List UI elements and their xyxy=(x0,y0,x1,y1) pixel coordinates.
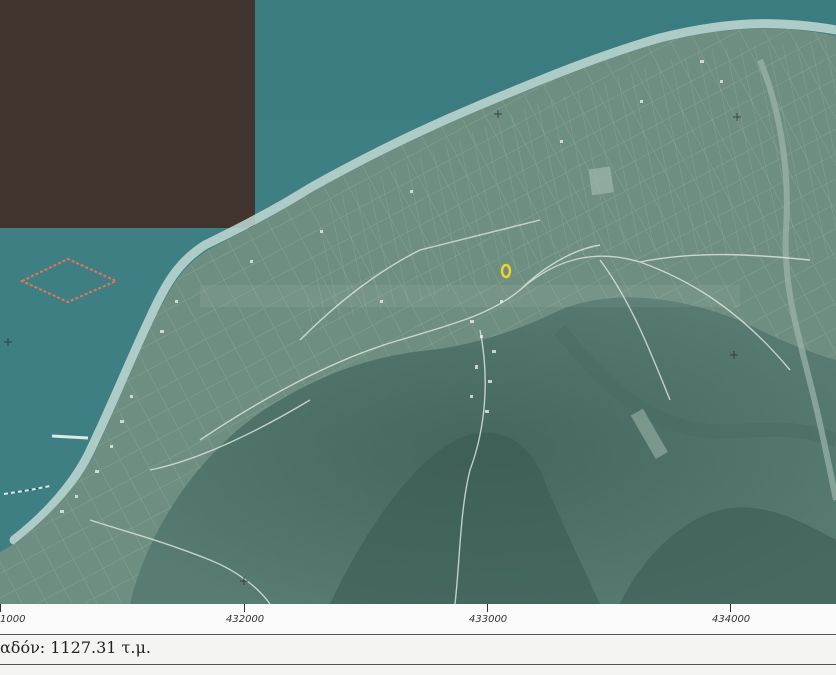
scale-tick xyxy=(0,604,1,612)
divider xyxy=(0,634,836,635)
scale-tick xyxy=(244,604,245,612)
divider xyxy=(0,664,836,665)
scale-tick-label: 1000 xyxy=(0,614,26,625)
pier xyxy=(51,434,89,440)
scale-tick-label: 433000 xyxy=(469,614,508,625)
area-label: αδόν: 1127.31 τ.μ. xyxy=(0,638,151,657)
scale-tick-label: 434000 xyxy=(712,614,751,625)
map-canvas xyxy=(0,0,836,604)
coordinate-scale-bar: 1000 432000 433000 434000 xyxy=(0,604,836,636)
satellite-map[interactable] xyxy=(0,0,836,604)
scale-tick-label: 432000 xyxy=(226,614,265,625)
scale-tick xyxy=(487,604,488,612)
scale-tick xyxy=(730,604,731,612)
